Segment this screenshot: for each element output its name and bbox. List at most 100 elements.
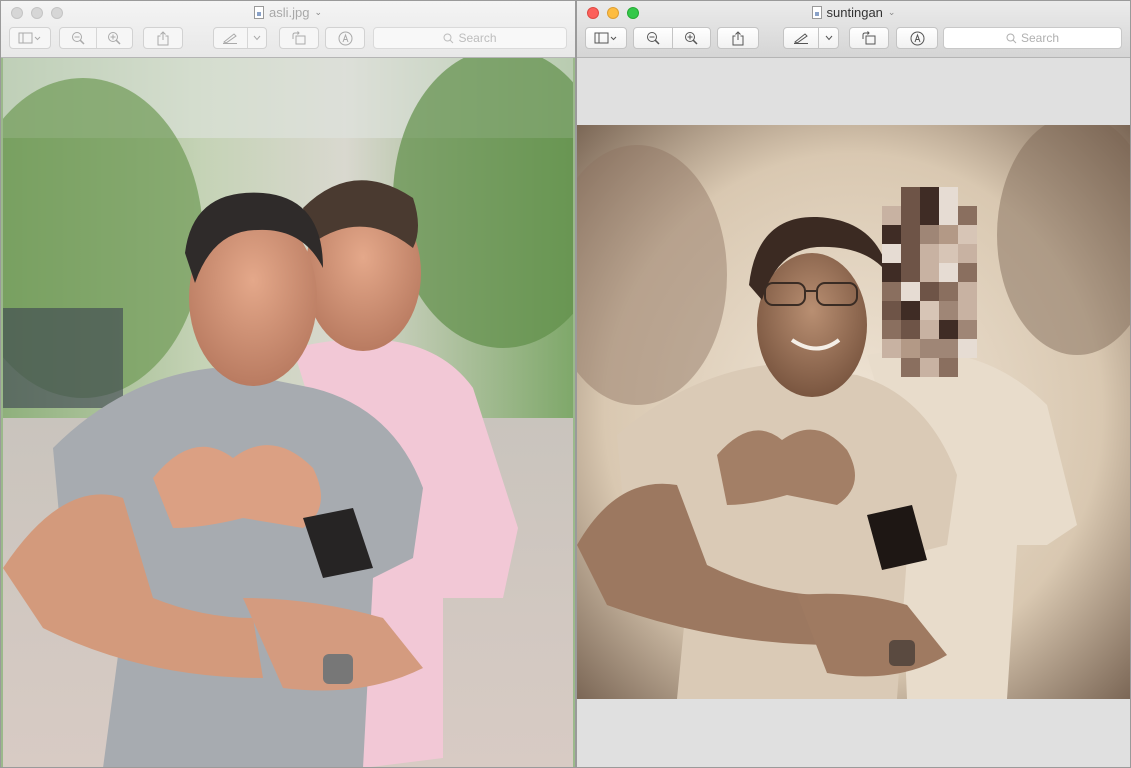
pixel-block [901, 301, 920, 320]
pixel-block [958, 244, 977, 263]
titlebar[interactable]: suntingan ⌄ Search [577, 1, 1130, 58]
markup-pen-button[interactable] [784, 28, 818, 48]
pixel-block [958, 339, 977, 358]
pixel-block [882, 263, 901, 282]
pixel-block [901, 187, 920, 206]
pixel-block [901, 244, 920, 263]
pixel-block [901, 358, 920, 377]
pixel-block [901, 320, 920, 339]
search-field[interactable]: Search [373, 27, 567, 49]
rotate-icon [862, 31, 876, 45]
pixel-block [920, 206, 939, 225]
pixel-block [939, 225, 958, 244]
zoom-out-button[interactable] [634, 28, 672, 48]
window-title[interactable]: suntingan ⌄ [577, 5, 1130, 20]
search-icon [443, 33, 454, 43]
share-icon [157, 30, 169, 45]
zoom-control [59, 27, 133, 49]
annotate-button[interactable] [325, 27, 365, 49]
share-button[interactable] [717, 27, 759, 49]
pixel-block [901, 206, 920, 225]
markup-icon [338, 31, 352, 45]
sidebar-icon [594, 32, 617, 44]
pixel-block [901, 225, 920, 244]
search-field[interactable]: Search [943, 27, 1122, 49]
pixel-block [920, 320, 939, 339]
zoom-in-button[interactable] [671, 28, 711, 48]
zoom-in-icon [108, 32, 121, 45]
pixel-block [920, 225, 939, 244]
pixel-block [920, 263, 939, 282]
pen-icon [794, 33, 809, 44]
pixel-block [882, 206, 901, 225]
rotate-button[interactable] [279, 27, 319, 49]
titlebar[interactable]: asli.jpg ⌄ Search [1, 1, 575, 58]
pixel-block [882, 282, 901, 301]
preview-window-edited: suntingan ⌄ Search [576, 0, 1131, 768]
pixel-block [958, 225, 977, 244]
pixelated-face [882, 187, 977, 377]
window-title[interactable]: asli.jpg ⌄ [1, 5, 575, 20]
sidebar-button[interactable] [585, 27, 627, 49]
sidebar-button[interactable] [9, 27, 51, 49]
pixel-block [882, 339, 901, 358]
pixel-block [939, 301, 958, 320]
window-title-text: asli.jpg [268, 5, 310, 20]
pixel-block [939, 244, 958, 263]
annotate-button[interactable] [896, 27, 938, 49]
pixel-block [958, 263, 977, 282]
chevron-down-icon[interactable]: ⌄ [314, 7, 322, 18]
document-icon [811, 6, 822, 19]
pixel-block [939, 282, 958, 301]
share-icon [732, 30, 744, 45]
pixel-block [920, 301, 939, 320]
pixel-block [939, 320, 958, 339]
pixel-block [920, 358, 939, 377]
chevron-down-icon [825, 35, 832, 41]
image-viewer[interactable] [1, 58, 575, 767]
pen-icon [223, 33, 238, 44]
pixel-block [901, 339, 920, 358]
share-button[interactable] [143, 27, 183, 49]
pixel-block [920, 187, 939, 206]
markup-icon [910, 31, 924, 45]
search-icon [1006, 33, 1017, 43]
photo-original [3, 58, 573, 767]
toolbar: Search [585, 27, 1122, 51]
document-icon [253, 6, 264, 19]
search-placeholder: Search [1020, 31, 1060, 45]
rotate-icon [292, 31, 306, 45]
markup-control [213, 27, 267, 49]
markup-menu-button[interactable] [818, 28, 838, 48]
markup-pen-button[interactable] [214, 28, 247, 48]
markup-control [783, 27, 839, 49]
zoom-out-button[interactable] [60, 28, 96, 48]
pixel-block [882, 225, 901, 244]
window-title-text: suntingan [826, 5, 883, 20]
rotate-button[interactable] [849, 27, 889, 49]
pixel-block [882, 301, 901, 320]
zoom-in-icon [685, 32, 698, 45]
markup-menu-button[interactable] [246, 28, 266, 48]
pixel-block [958, 301, 977, 320]
pixel-block [939, 339, 958, 358]
preview-window-original: asli.jpg ⌄ Search [0, 0, 576, 768]
pixel-block [958, 320, 977, 339]
chevron-down-icon[interactable]: ⌄ [888, 7, 896, 18]
pixel-block [958, 206, 977, 225]
pixel-block [882, 244, 901, 263]
zoom-in-button[interactable] [95, 28, 133, 48]
photo-edited [577, 125, 1130, 699]
pixel-block [920, 282, 939, 301]
pixel-block [939, 263, 958, 282]
pixel-block [901, 263, 920, 282]
chevron-down-icon [253, 35, 261, 41]
zoom-out-icon [646, 32, 660, 45]
pixel-block [901, 282, 920, 301]
pixel-block [958, 282, 977, 301]
pixel-block [939, 187, 958, 206]
search-placeholder: Search [458, 31, 497, 45]
zoom-control [633, 27, 711, 49]
pixel-block [939, 206, 958, 225]
image-viewer[interactable] [577, 58, 1130, 767]
